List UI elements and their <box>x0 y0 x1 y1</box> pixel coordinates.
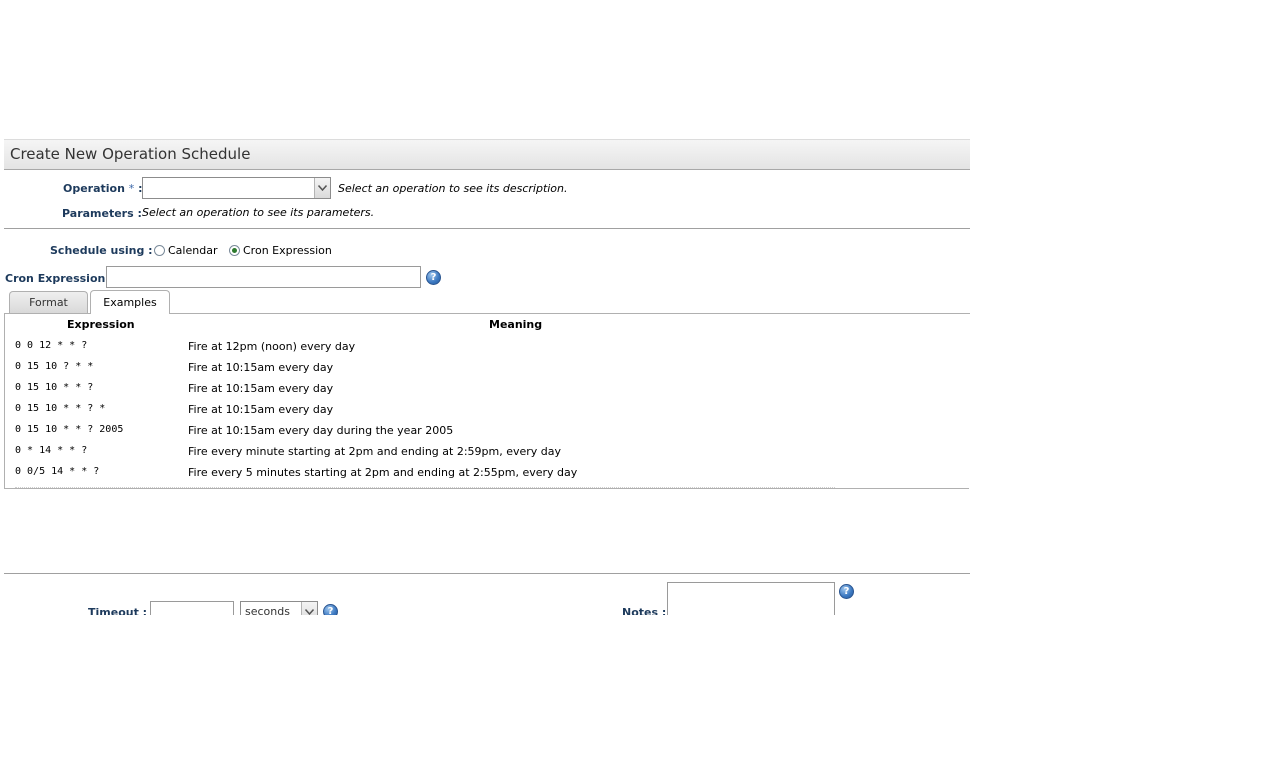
timeout-input[interactable] <box>150 601 234 615</box>
notes-textarea[interactable] <box>667 582 835 615</box>
operation-label: Operation * : <box>63 182 143 195</box>
timeout-label: Timeout : <box>88 606 148 615</box>
timeout-unit-select[interactable]: seconds <box>240 601 318 615</box>
parameters-hint: Select an operation to see its parameter… <box>142 206 375 219</box>
operation-description-hint: Select an operation to see its descripti… <box>338 182 568 195</box>
table-row: 0 15 10 * * ? Fire at 10:15am every day <box>15 382 334 395</box>
table-row: 0 15 10 * * ? * Fire at 10:15am every da… <box>15 403 334 416</box>
clipped-row-remnant <box>15 486 835 488</box>
cron-expression-input[interactable] <box>106 266 421 288</box>
table-row: 0 15 10 ? * * Fire at 10:15am every day <box>15 361 334 374</box>
cron-expression-label: Cron Expression : <box>5 272 114 285</box>
expression-column-header: Expression <box>67 318 135 331</box>
divider <box>4 228 970 229</box>
examples-panel: Expression Meaning 0 0 12 * * ? Fire at … <box>4 314 969 489</box>
operation-select[interactable] <box>142 177 331 199</box>
schedule-cron-option[interactable]: Cron Expression <box>229 244 332 257</box>
help-icon[interactable]: ? <box>323 604 338 615</box>
notes-label: Notes : <box>622 606 667 615</box>
help-icon[interactable]: ? <box>839 584 854 599</box>
tab-examples[interactable]: Examples <box>90 290 170 314</box>
table-row: 0 15 10 * * ? 2005 Fire at 10:15am every… <box>15 424 454 437</box>
lower-form-area: Timeout : seconds ? Notes : ? <box>0 574 1280 615</box>
meaning-column-header: Meaning <box>489 318 543 331</box>
help-icon[interactable]: ? <box>426 270 441 285</box>
page-header: Create New Operation Schedule <box>4 139 970 170</box>
schedule-calendar-option[interactable]: Calendar <box>154 244 217 257</box>
chevron-down-icon[interactable] <box>301 602 317 615</box>
parameters-label: Parameters : <box>62 207 142 220</box>
schedule-using-label: Schedule using : <box>50 244 153 257</box>
table-row: 0 0/5 14 * * ? Fire every 5 minutes star… <box>15 466 578 479</box>
table-row: 0 0 12 * * ? Fire at 12pm (noon) every d… <box>15 340 356 353</box>
chevron-down-icon[interactable] <box>314 178 330 198</box>
tab-format[interactable]: Format <box>9 291 88 313</box>
calendar-radio[interactable] <box>154 245 165 256</box>
page-title: Create New Operation Schedule <box>10 145 251 163</box>
table-row: 0 * 14 * * ? Fire every minute starting … <box>15 445 562 458</box>
cron-expression-radio[interactable] <box>229 245 240 256</box>
